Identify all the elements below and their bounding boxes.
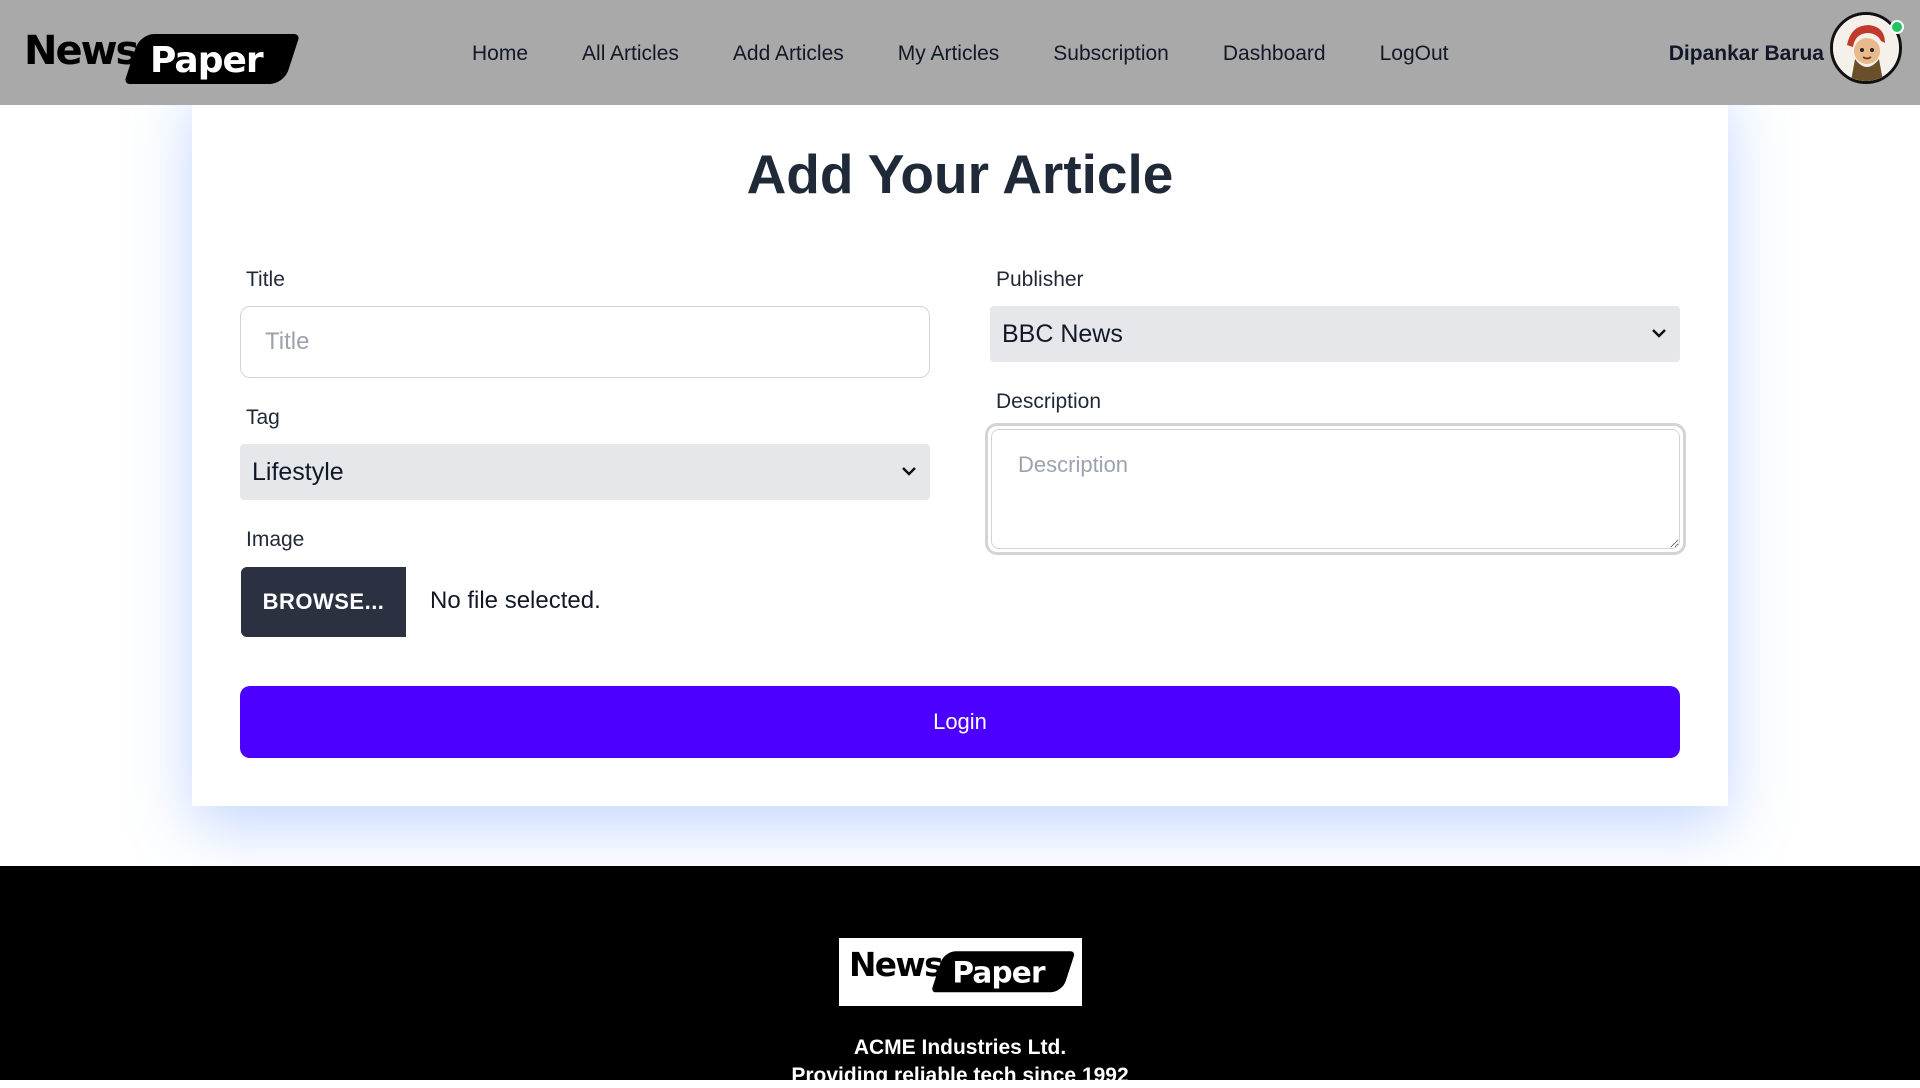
tag-select[interactable]: Lifestyle [240, 444, 930, 500]
nav-logout[interactable]: LogOut [1380, 0, 1449, 105]
nav-subscription[interactable]: Subscription [1053, 0, 1169, 105]
title-label: Title [246, 268, 285, 291]
nav-add-articles[interactable]: Add Articles [733, 0, 844, 105]
description-textarea[interactable] [991, 429, 1680, 549]
footer-tagline: Providing reliable tech since 1992 [791, 1064, 1129, 1087]
nav-home[interactable]: Home [472, 0, 528, 105]
tag-label: Tag [246, 406, 280, 429]
chevron-down-icon [1652, 329, 1666, 338]
footer-logo[interactable]: News Paper [839, 938, 1082, 1006]
title-input[interactable] [240, 306, 930, 378]
user-name: Dipankar Barua [1668, 42, 1824, 65]
footer-logo-word-news: News [849, 946, 944, 985]
browse-file-button[interactable]: BROWSE... [241, 567, 406, 637]
nav-my-articles[interactable]: My Articles [898, 0, 1000, 105]
file-status-text: No file selected. [430, 587, 601, 614]
nav-dashboard[interactable]: Dashboard [1223, 0, 1326, 105]
publisher-select[interactable]: BBC News [990, 306, 1680, 362]
submit-button[interactable]: Login [240, 686, 1680, 758]
image-label: Image [246, 528, 305, 551]
publisher-label: Publisher [996, 268, 1084, 291]
description-focus-ring [985, 423, 1686, 555]
main-nav: Home All Articles Add Articles My Articl… [472, 0, 1502, 105]
logo-word-news: News [24, 28, 139, 74]
tag-selected-value: Lifestyle [252, 458, 344, 486]
logo-word-paper: Paper [150, 40, 264, 81]
online-status-dot [1890, 20, 1904, 34]
nav-all-articles[interactable]: All Articles [582, 0, 679, 105]
navbar: News Paper Home All Articles Add Article… [0, 0, 1920, 105]
footer-company-name: ACME Industries Ltd. [853, 1036, 1067, 1059]
chevron-down-icon [902, 467, 916, 476]
publisher-selected-value: BBC News [1002, 320, 1123, 348]
description-label: Description [996, 390, 1102, 413]
footer: News Paper ACME Industries Ltd. Providin… [0, 866, 1920, 1087]
page-title: Add Your Article [746, 143, 1174, 205]
site-logo[interactable]: News Paper [24, 28, 301, 86]
footer-logo-word-paper: Paper [952, 956, 1045, 990]
